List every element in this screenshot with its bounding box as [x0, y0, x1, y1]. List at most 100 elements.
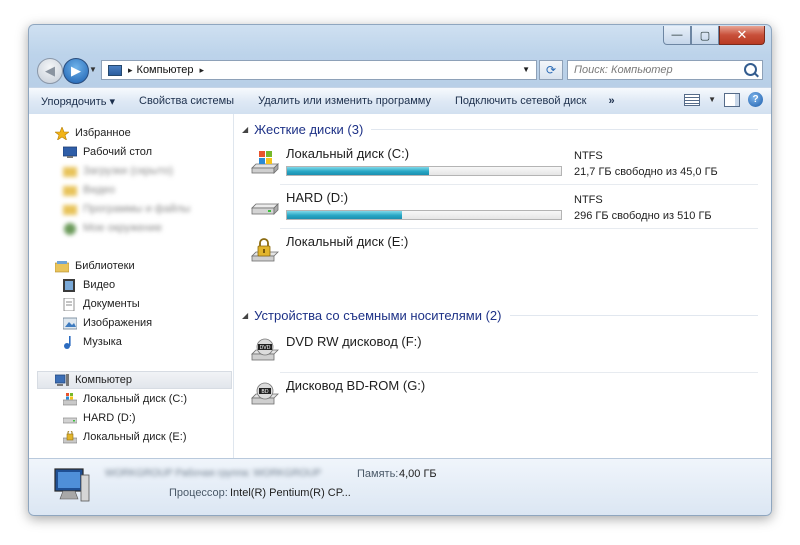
group-header-hard-disks[interactable]: ◢ Жесткие диски (3)	[242, 122, 758, 137]
sidebar-item-label: Видео	[83, 279, 116, 291]
cpu-value: Intel(R) Pentium(R) CP...	[230, 487, 351, 499]
sidebar-item-label: Мое окружение	[83, 222, 162, 234]
change-view-icon[interactable]	[684, 93, 701, 106]
drive-name: HARD (D:)	[286, 190, 349, 205]
svg-text:BD: BD	[261, 389, 268, 395]
sidebar-item-pictures[interactable]: Изображения	[63, 314, 152, 332]
sidebar-item-desktop[interactable]: Рабочий стол	[63, 143, 152, 161]
sidebar-item-drive-d[interactable]: HARD (D:)	[63, 409, 136, 427]
workgroup-info-blurred: WORKGROUP Рабочая группа: WORKGROUP	[105, 468, 322, 479]
crumb-separator[interactable]: ▸	[128, 65, 133, 76]
forward-button[interactable]: ▶	[63, 58, 89, 84]
uninstall-program-button[interactable]: Удалить или изменить программу	[246, 95, 443, 107]
sidebar-favorites-label: Избранное	[75, 127, 131, 139]
sidebar-item-music[interactable]: Музыка	[63, 333, 122, 351]
content-area: Избранное Рабочий стол Загрузки (скрыто)…	[29, 114, 771, 458]
minimize-button[interactable]: —	[663, 26, 691, 45]
folder-icon	[63, 185, 77, 196]
sidebar-item-video[interactable]: Видео	[63, 276, 115, 294]
sidebar-item-blurred-2[interactable]: Видео	[63, 181, 115, 199]
dvd-drive-icon: DVD	[251, 338, 279, 361]
group-title: Устройства со съемными носителями (2)	[254, 308, 502, 323]
sidebar-libraries[interactable]: Библиотеки	[55, 257, 135, 275]
help-button[interactable]: ?	[748, 92, 763, 107]
sidebar-item-blurred-3[interactable]: Программы и файлы	[63, 200, 190, 218]
drive-usage-fill	[287, 167, 429, 175]
close-button[interactable]: ✕	[719, 26, 765, 45]
video-library-icon	[63, 278, 75, 292]
sidebar-item-label: Локальный диск (C:)	[83, 393, 188, 405]
drive-name: Локальный диск (C:)	[286, 146, 410, 161]
drive-name: Дисковод BD-ROM (G:)	[286, 378, 426, 393]
drive-free-space: 21,7 ГБ свободно из 45,0 ГБ	[574, 166, 718, 178]
drive-item-c[interactable]: Локальный диск (C:) NTFS 21,7 ГБ свободн…	[250, 144, 758, 185]
computer-large-icon	[54, 468, 90, 502]
locked-drive-icon	[63, 430, 77, 443]
view-options-dropdown-icon[interactable]: ▼	[708, 95, 716, 104]
sidebar-item-label: Рабочий стол	[83, 146, 153, 158]
sidebar-item-blurred-4[interactable]: Мое окружение	[63, 219, 162, 237]
sidebar-item-blurred-1[interactable]: Загрузки (скрыто)	[63, 162, 173, 180]
sidebar-item-drive-e[interactable]: Локальный диск (E:)	[63, 428, 187, 446]
computer-icon	[55, 373, 69, 386]
drive-usage-bar	[286, 210, 562, 220]
search-input[interactable]: Поиск: Компьютер	[567, 60, 763, 80]
drive-filesystem: NTFS	[574, 194, 603, 206]
drive-item-d[interactable]: HARD (D:) NTFS 296 ГБ свободно из 510 ГБ	[250, 188, 758, 229]
svg-text:DVD: DVD	[259, 345, 270, 351]
drive-name: Локальный диск (E:)	[286, 234, 409, 249]
preview-pane-icon[interactable]	[724, 92, 740, 107]
pictures-icon	[63, 317, 77, 329]
row-divider	[280, 228, 758, 229]
explorer-window: — ▢ ✕ ◀ ▶ ▼ ▸ Компьютер ▸ ▼ ⟳ Поиск: Ком…	[28, 24, 772, 516]
back-arrow-icon: ◀	[45, 63, 55, 78]
memory-label: Память:	[357, 468, 399, 480]
sidebar-item-label: HARD (D:)	[83, 412, 136, 424]
maximize-button[interactable]: ▢	[691, 26, 719, 45]
address-bar[interactable]: ▸ Компьютер ▸ ▼	[101, 60, 537, 80]
row-divider	[280, 372, 758, 373]
drive-item-f[interactable]: DVD DVD RW дисковод (F:)	[250, 332, 758, 373]
row-divider	[280, 184, 758, 185]
sidebar-computer[interactable]: Компьютер	[55, 371, 132, 389]
sidebar-item-label: Локальный диск (E:)	[83, 431, 187, 443]
group-header-removable[interactable]: ◢ Устройства со съемными носителями (2)	[242, 308, 758, 323]
search-icon[interactable]	[744, 63, 757, 76]
sidebar-item-label: Видео	[83, 184, 116, 196]
sidebar-item-label: Программы и файлы	[83, 203, 191, 215]
locked-drive-icon	[251, 238, 279, 262]
memory-value: 4,00 ГБ	[399, 468, 437, 480]
hard-drive-icon	[251, 203, 279, 215]
collapse-triangle-icon[interactable]: ◢	[242, 311, 248, 320]
forward-arrow-icon: ▶	[71, 63, 81, 78]
more-commands-button[interactable]: »	[598, 95, 624, 107]
navigation-pane[interactable]: Избранное Рабочий стол Загрузки (скрыто)…	[29, 114, 234, 458]
computer-icon	[108, 64, 122, 76]
refresh-button[interactable]: ⟳	[539, 60, 563, 80]
drive-usage-fill	[287, 211, 403, 219]
drive-item-e[interactable]: Локальный диск (E:)	[250, 232, 758, 272]
sidebar-item-label: Документы	[83, 298, 140, 310]
documents-icon	[63, 297, 75, 311]
crumb-separator-end[interactable]: ▸	[199, 65, 204, 76]
breadcrumb-computer[interactable]: Компьютер	[137, 64, 194, 76]
sidebar-item-documents[interactable]: Документы	[63, 295, 140, 313]
address-dropdown-icon[interactable]: ▼	[522, 65, 530, 74]
recent-pages-dropdown[interactable]: ▼	[89, 65, 97, 74]
sidebar-item-drive-c[interactable]: Локальный диск (C:)	[63, 390, 187, 408]
drive-filesystem: NTFS	[574, 150, 603, 162]
cpu-label: Процессор:	[169, 487, 228, 499]
bd-drive-icon: BD	[251, 382, 279, 405]
search-placeholder: Поиск: Компьютер	[574, 64, 673, 76]
system-properties-button[interactable]: Свойства системы	[127, 95, 246, 107]
sidebar-favorites[interactable]: Избранное	[55, 124, 131, 142]
drive-usage-bar	[286, 166, 562, 176]
organize-button[interactable]: Упорядочить ▾	[29, 95, 127, 108]
map-network-drive-button[interactable]: Подключить сетевой диск	[443, 95, 598, 107]
caption-buttons: — ▢ ✕	[663, 26, 765, 45]
folder-icon	[63, 166, 77, 177]
drive-item-g[interactable]: BD Дисковод BD-ROM (G:)	[250, 376, 758, 416]
back-button[interactable]: ◀	[37, 58, 63, 84]
refresh-icon: ⟳	[545, 63, 557, 77]
collapse-triangle-icon[interactable]: ◢	[242, 125, 248, 134]
